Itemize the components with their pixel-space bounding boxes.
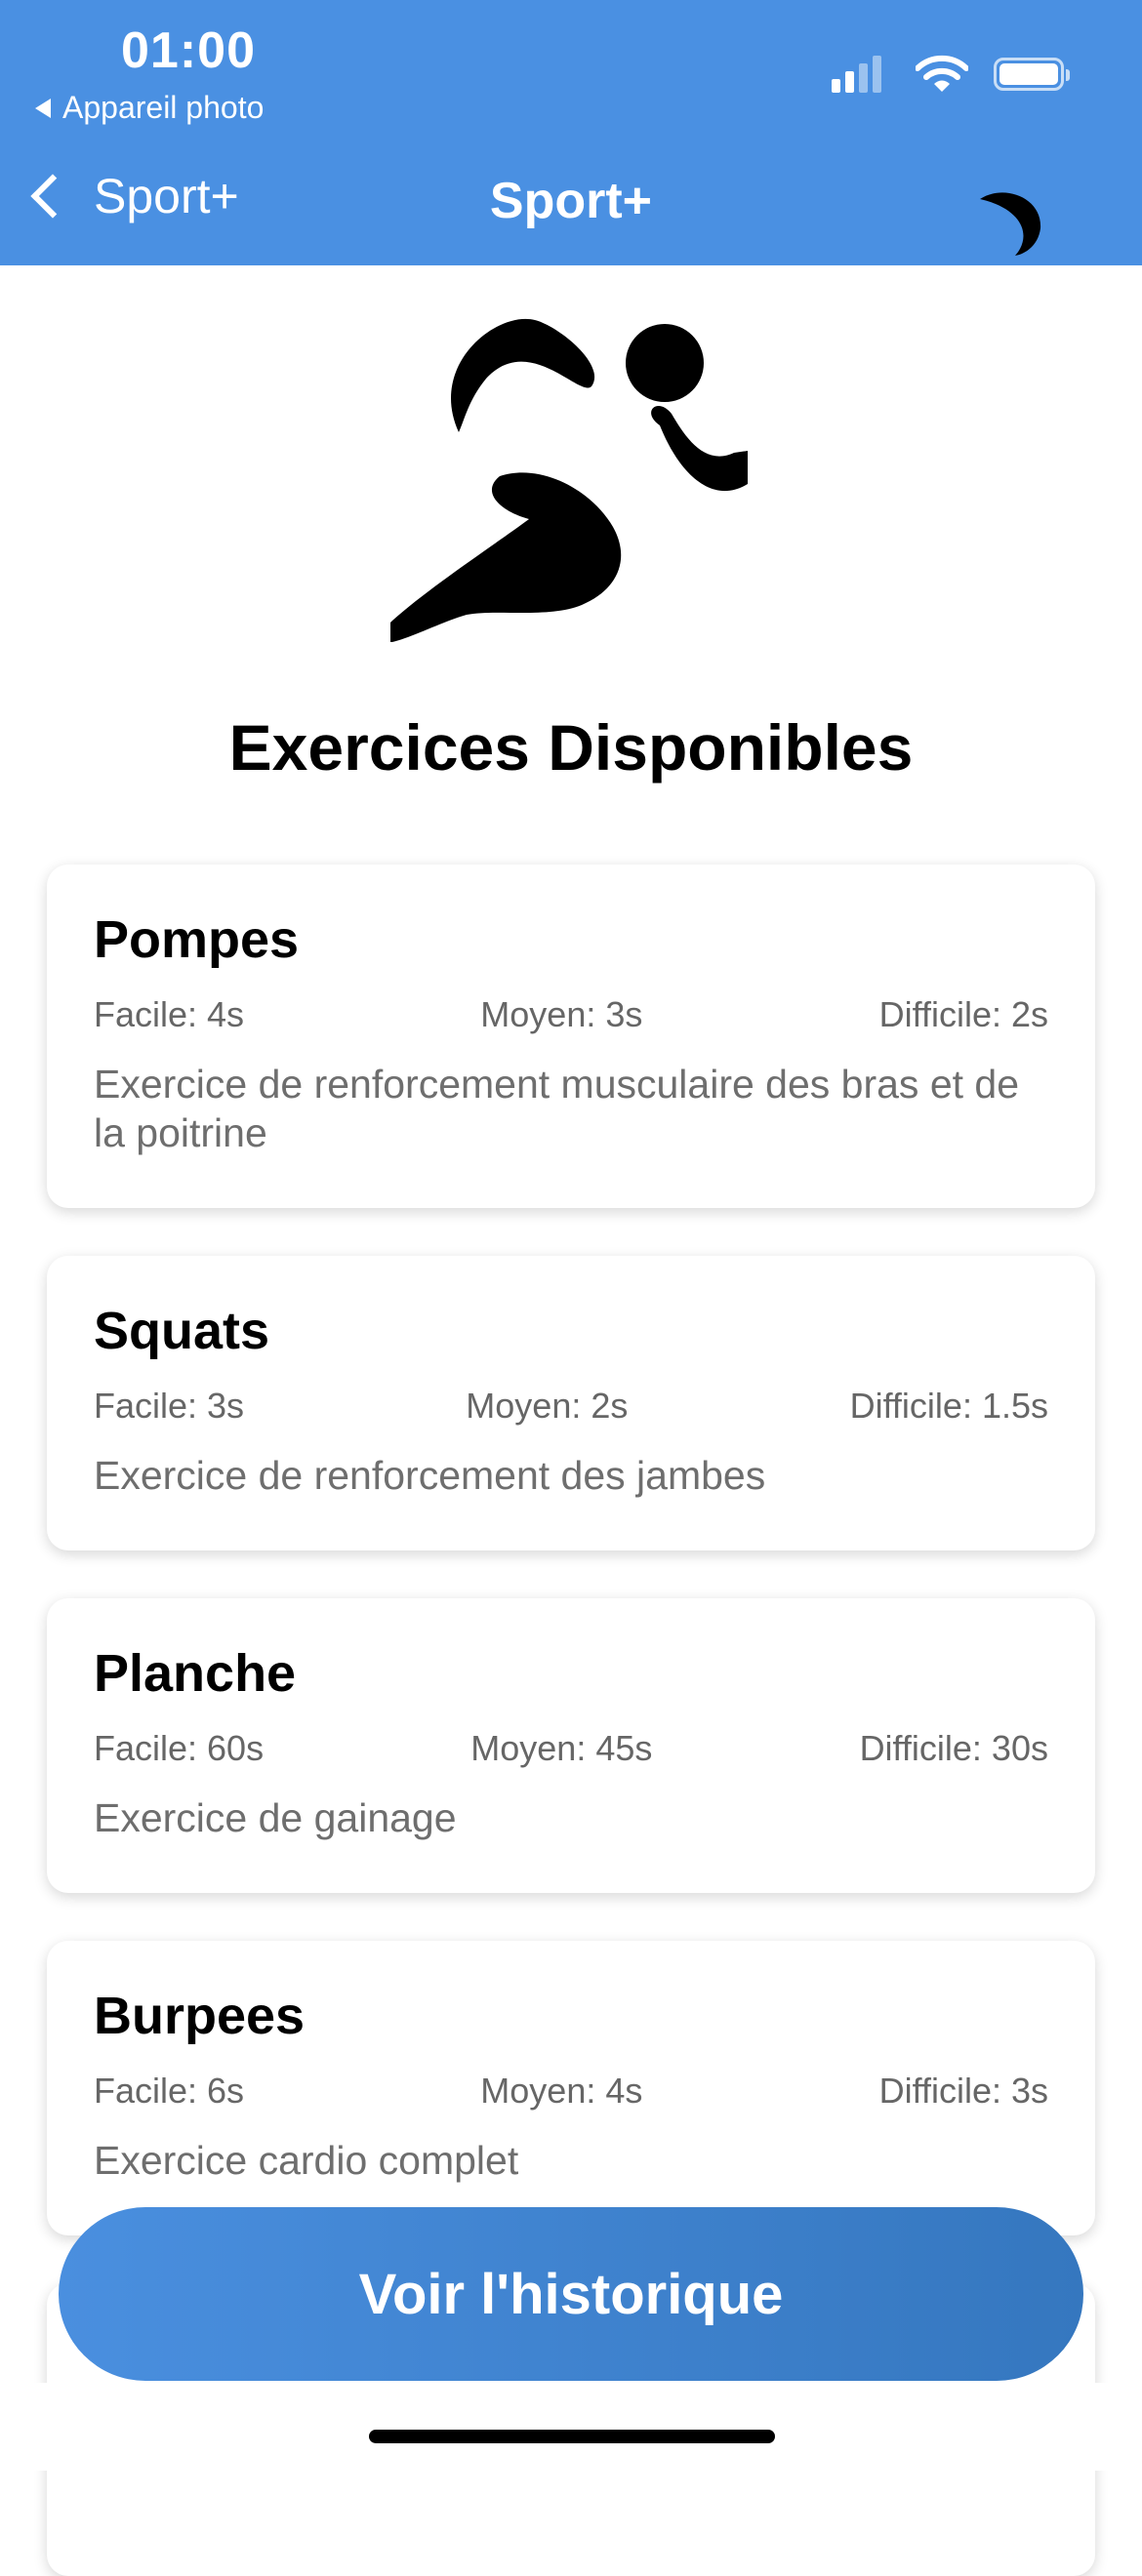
exercise-card[interactable]: Burpees Facile: 6s Moyen: 4s Difficile: … <box>47 1941 1095 2235</box>
level-hard: Difficile: 1.5s <box>849 1386 1048 1426</box>
level-hard: Difficile: 3s <box>878 2071 1048 2111</box>
runner-icon <box>390 318 748 642</box>
home-indicator <box>369 2430 775 2443</box>
level-easy: Facile: 6s <box>94 2071 245 2111</box>
exercise-name: Squats <box>94 1302 270 1360</box>
page-title: Sport+ <box>489 173 653 229</box>
view-history-button[interactable]: Voir l'historique <box>59 2207 1083 2381</box>
level-medium: Moyen: 45s <box>470 1728 653 1768</box>
status-back-label: Appareil photo <box>62 90 265 125</box>
exercise-description: Exercice de renforcement des jambes <box>94 1453 766 1498</box>
bottom-safe-area <box>0 2383 1142 2471</box>
level-hard: Difficile: 2s <box>878 994 1048 1034</box>
level-easy: Facile: 60s <box>94 1728 265 1768</box>
exercise-description: Exercice de gainage <box>94 1795 457 1840</box>
section-heading: Exercices Disponibles <box>228 711 914 784</box>
app-header: 01:00 Appareil photo Sport+ Sport+ <box>0 0 1142 265</box>
exercise-card[interactable]: Squats Facile: 3s Moyen: 2s Difficile: 1… <box>47 1256 1095 1550</box>
level-easy: Facile: 3s <box>94 1386 245 1426</box>
exercise-card[interactable]: Planche Facile: 60s Moyen: 45s Difficile… <box>47 1598 1095 1893</box>
difficulty-levels: Facile: 4s Moyen: 3s Difficile: 2s <box>94 997 1048 1032</box>
exercise-card[interactable]: Pompes Facile: 4s Moyen: 3s Difficile: 2… <box>47 865 1095 1208</box>
level-easy: Facile: 4s <box>94 994 245 1034</box>
moon-icon[interactable] <box>976 187 1046 258</box>
exercise-name: Planche <box>94 1644 297 1703</box>
status-time: 01:00 <box>121 22 256 79</box>
back-triangle-icon <box>35 98 51 118</box>
cellular-signal-icon <box>832 56 886 93</box>
level-medium: Moyen: 2s <box>466 1386 629 1426</box>
difficulty-levels: Facile: 6s Moyen: 4s Difficile: 3s <box>94 2073 1048 2109</box>
difficulty-levels: Facile: 60s Moyen: 45s Difficile: 30s <box>94 1731 1048 1766</box>
wifi-icon <box>916 55 968 92</box>
level-medium: Moyen: 3s <box>480 994 643 1034</box>
difficulty-levels: Facile: 3s Moyen: 2s Difficile: 1.5s <box>94 1389 1048 1424</box>
status-icons <box>832 55 1070 94</box>
status-back-link[interactable]: Appareil photo <box>35 90 264 126</box>
exercise-name: Burpees <box>94 1987 306 2045</box>
exercise-description: Exercice cardio complet <box>94 2138 519 2183</box>
exercise-description: Exercice de renforcement musculaire des … <box>94 1062 1020 1155</box>
level-hard: Difficile: 30s <box>859 1728 1048 1768</box>
exercise-name: Pompes <box>94 910 300 969</box>
battery-icon <box>994 58 1070 91</box>
level-medium: Moyen: 4s <box>480 2071 643 2111</box>
